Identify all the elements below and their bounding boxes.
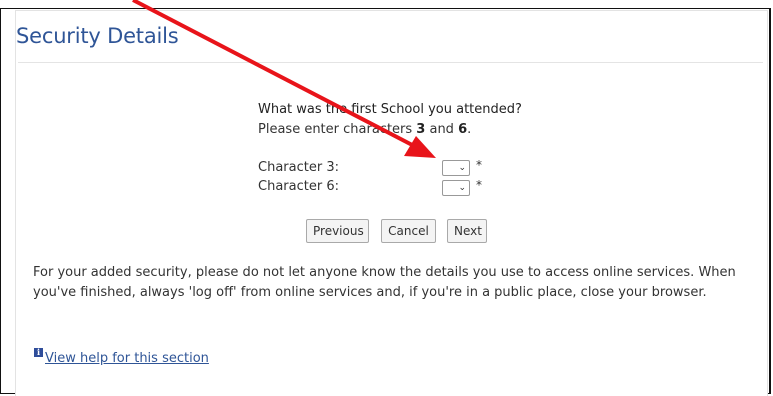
chevron-down-icon: ⌄: [458, 183, 466, 193]
help-link-wrapper: View help for this section: [33, 351, 209, 366]
required-marker: *: [476, 158, 482, 172]
character-6-select[interactable]: ⌄: [442, 180, 470, 196]
page-title: Security Details: [16, 24, 179, 48]
chevron-down-icon: ⌄: [458, 163, 466, 173]
previous-button[interactable]: Previous: [306, 219, 369, 243]
character-6-label: Character 6:: [258, 179, 339, 194]
instruction-text: Please enter characters 3 and 6.: [258, 122, 472, 137]
char-b-number: 6: [458, 122, 468, 137]
char-a-number: 3: [416, 122, 426, 137]
security-notice: For your added security, please do not l…: [33, 265, 736, 300]
cancel-button[interactable]: Cancel: [381, 219, 436, 243]
title-divider: [18, 62, 763, 63]
character-3-label: Character 3:: [258, 160, 339, 175]
character-3-select[interactable]: ⌄: [442, 160, 470, 176]
security-panel: [15, 10, 768, 396]
required-marker: *: [476, 178, 482, 192]
security-question: What was the first School you attended?: [258, 102, 522, 117]
next-button[interactable]: Next: [447, 219, 487, 243]
view-help-link[interactable]: View help for this section: [45, 351, 209, 366]
